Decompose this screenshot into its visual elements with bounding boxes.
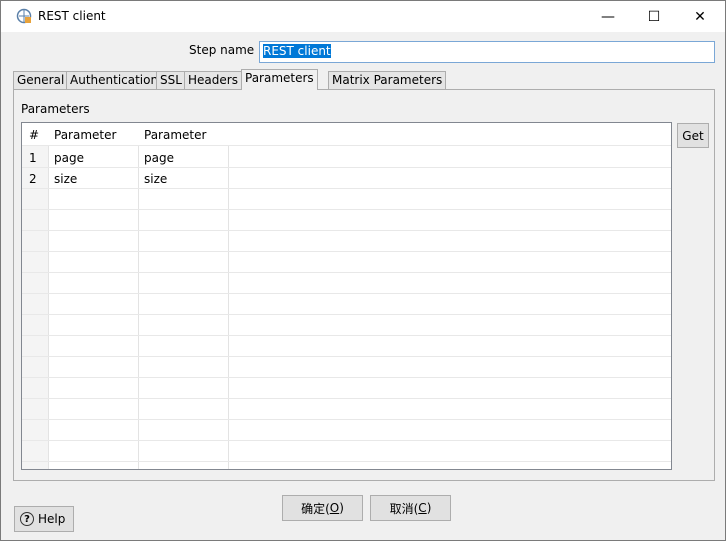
field-cell[interactable]: size xyxy=(54,172,77,186)
empty-row[interactable] xyxy=(22,358,671,378)
empty-row[interactable] xyxy=(22,379,671,399)
empty-row[interactable] xyxy=(22,274,671,294)
rest-client-icon xyxy=(16,8,32,24)
parameter-cell[interactable]: size xyxy=(144,172,167,186)
table-row[interactable]: 1 page page xyxy=(22,148,671,168)
tab-general[interactable]: General xyxy=(13,71,69,89)
cancel-accelerator: C xyxy=(418,501,427,515)
tab-bar: General Authentication SSL Headers Param… xyxy=(13,69,715,90)
empty-row[interactable] xyxy=(22,295,671,315)
cancel-label-suffix: ) xyxy=(426,501,432,515)
title-bar: REST client — ☐ ✕ xyxy=(1,1,725,32)
parameters-section-label: Parameters xyxy=(21,102,90,116)
rest-client-dialog: REST client — ☐ ✕ Step name REST client … xyxy=(0,0,726,541)
parameter-cell[interactable]: page xyxy=(144,151,174,165)
help-label: Help xyxy=(38,512,66,526)
ok-label-prefix: 确定( xyxy=(301,501,330,516)
maximize-button[interactable]: ☐ xyxy=(631,1,677,32)
row-number: 1 xyxy=(29,151,37,165)
tab-authentication[interactable]: Authentication xyxy=(66,71,163,89)
empty-row[interactable] xyxy=(22,232,671,252)
column-header-parameter[interactable]: Parameter xyxy=(144,128,206,142)
tab-headers[interactable]: Headers xyxy=(184,71,242,89)
step-name-value: REST client xyxy=(263,44,331,58)
close-icon: ✕ xyxy=(694,8,706,25)
tab-ssl[interactable]: SSL xyxy=(156,71,186,89)
column-header-number[interactable]: # xyxy=(29,128,39,142)
empty-row[interactable] xyxy=(22,337,671,357)
step-name-label: Step name xyxy=(189,43,255,57)
tab-matrix-parameters[interactable]: Matrix Parameters xyxy=(328,71,447,89)
table-row[interactable]: 2 size size xyxy=(22,169,671,189)
empty-row[interactable] xyxy=(22,421,671,441)
step-name-input[interactable]: REST client xyxy=(259,41,715,63)
empty-row[interactable] xyxy=(22,211,671,231)
column-header-field[interactable]: Parameter xyxy=(54,128,116,142)
empty-row[interactable] xyxy=(22,253,671,273)
cancel-label-prefix: 取消( xyxy=(389,501,419,516)
parameters-table[interactable]: ^ # Parameter Parameter 1 page page 2 si… xyxy=(21,122,672,470)
empty-row[interactable] xyxy=(22,190,671,210)
help-button[interactable]: ? Help xyxy=(14,506,74,532)
field-cell[interactable]: page xyxy=(54,151,84,165)
cancel-button[interactable]: 取消(C) xyxy=(370,495,451,521)
table-header: ^ # Parameter Parameter xyxy=(22,123,671,146)
maximize-icon: ☐ xyxy=(647,8,661,25)
window-title: REST client xyxy=(38,9,106,23)
empty-row[interactable] xyxy=(22,442,671,462)
ok-label-suffix: ) xyxy=(339,501,344,515)
ok-accelerator: O xyxy=(329,501,340,515)
ok-button[interactable]: 确定(O) xyxy=(282,495,363,521)
get-button[interactable]: Get xyxy=(677,123,709,148)
empty-row[interactable] xyxy=(22,316,671,336)
row-number: 2 xyxy=(29,172,37,186)
tab-parameters[interactable]: Parameters xyxy=(241,69,318,90)
help-icon: ? xyxy=(20,512,34,526)
minimize-button[interactable]: — xyxy=(585,1,631,32)
empty-row[interactable] xyxy=(22,400,671,420)
close-button[interactable]: ✕ xyxy=(677,1,723,32)
minimize-icon: — xyxy=(601,8,615,25)
